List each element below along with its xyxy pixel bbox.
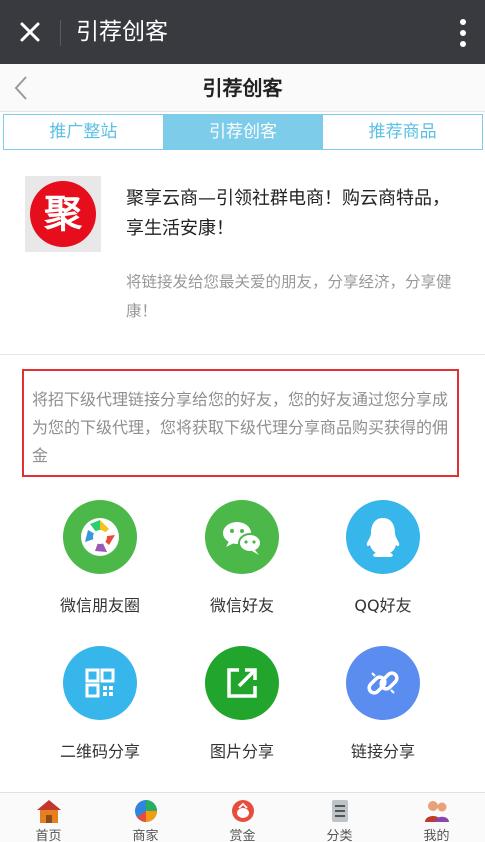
qq-icon <box>346 500 420 574</box>
page-header: 引荐创客 <box>0 64 485 112</box>
bottom-nav: 首页 商家 赏金 分类 我的 <box>0 792 485 842</box>
bounty-icon <box>231 800 254 822</box>
share-wechat-friend-button[interactable]: 微信好友 <box>162 500 322 618</box>
title-divider <box>60 20 61 46</box>
nav-bounty-label: 赏金 <box>229 829 256 842</box>
share-image-button[interactable]: 图片分享 <box>162 646 322 764</box>
share-wechat-friend-label: 微信好友 <box>209 596 274 615</box>
share-description: 将链接发给您最关爱的朋友，分享经济，分享健康！ <box>126 273 452 320</box>
logo: 聚 <box>25 176 101 252</box>
share-qrcode-button[interactable]: 二维码分享 <box>20 646 180 764</box>
wechat-title-bar: 引荐创客 <box>0 0 485 64</box>
share-qq-label: QQ好友 <box>354 596 412 615</box>
share-link-label: 链接分享 <box>350 742 415 761</box>
qrcode-icon <box>63 646 137 720</box>
close-icon[interactable] <box>14 16 46 48</box>
share-qq-button[interactable]: QQ好友 <box>303 500 463 618</box>
link-icon <box>346 646 420 720</box>
category-icon <box>331 800 348 822</box>
tab-recommend-product[interactable]: 推荐商品 <box>322 115 483 149</box>
nav-profile[interactable]: 我的 <box>388 793 485 842</box>
nav-home-label: 首页 <box>35 829 62 842</box>
more-icon[interactable] <box>459 18 467 48</box>
nav-profile-label: 我的 <box>423 829 450 842</box>
home-icon <box>36 800 61 823</box>
wechat-moments-icon <box>63 500 137 574</box>
merchant-icon <box>134 800 157 822</box>
share-title: 聚享云商—引领社群电商！购云商特品，享生活安康！ <box>126 188 450 239</box>
share-moments-label: 微信朋友圈 <box>59 596 140 615</box>
nav-bounty[interactable]: 赏金 <box>194 793 291 842</box>
image-share-icon <box>205 646 279 720</box>
share-preview-card: 聚 聚享云商—引领社群电商！购云商特品，享生活安康！ 将链接发给您最关爱的朋友，… <box>0 150 485 355</box>
nav-merchant-label: 商家 <box>132 829 159 842</box>
nav-category[interactable]: 分类 <box>291 793 388 842</box>
tab-refer-maker[interactable]: 引荐创客 <box>162 115 323 149</box>
nav-category-label: 分类 <box>326 829 353 842</box>
wechat-window-title: 引荐创客 <box>76 19 168 45</box>
profile-icon <box>424 801 449 822</box>
nav-home[interactable]: 首页 <box>0 793 97 842</box>
share-qrcode-label: 二维码分享 <box>59 742 140 761</box>
brand-logo: 聚 <box>30 181 96 247</box>
share-image-label: 图片分享 <box>209 742 274 761</box>
tab-promote-site[interactable]: 推广整站 <box>4 115 163 149</box>
nav-merchant[interactable]: 商家 <box>97 793 194 842</box>
page-title: 引荐创客 <box>202 76 283 100</box>
share-moments-button[interactable]: 微信朋友圈 <box>20 500 180 618</box>
wechat-icon <box>205 500 279 574</box>
referral-notice: 将招下级代理链接分享给您的好友，您的好友通过您分享成为您的下级代理，您将获取下级… <box>22 369 459 477</box>
tab-bar: 推广整站 引荐创客 推荐商品 <box>3 114 483 150</box>
share-link-button[interactable]: 链接分享 <box>303 646 463 764</box>
